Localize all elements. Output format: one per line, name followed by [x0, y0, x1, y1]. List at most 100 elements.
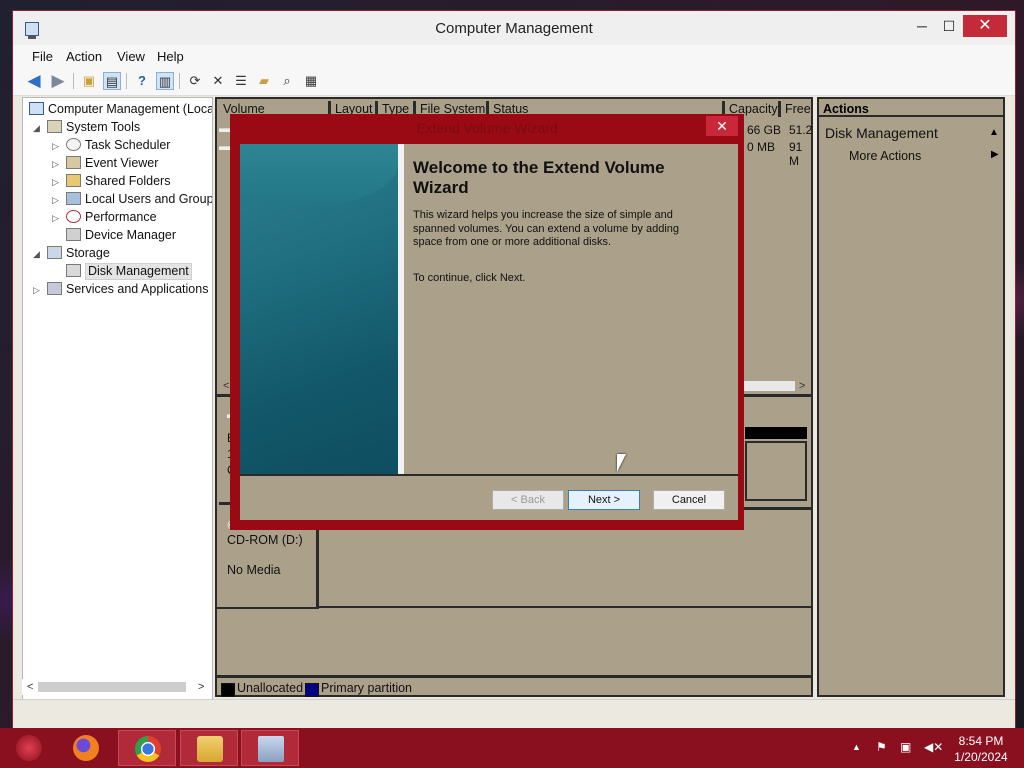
tree-horizontal-scrollbar[interactable]: < > — [22, 679, 211, 695]
scrollbar-thumb[interactable] — [38, 682, 186, 692]
minimize-button[interactable]: ─ — [907, 15, 937, 37]
more-actions-item[interactable]: More Actions — [849, 149, 921, 163]
show-hide-action-pane-icon[interactable]: ▥ — [156, 72, 174, 90]
unallocated-swatch — [221, 683, 235, 697]
wizard-close-button[interactable]: ✕ — [706, 116, 738, 136]
toolbar-separator — [179, 73, 180, 89]
forward-arrow-icon[interactable]: ▶ — [49, 72, 67, 90]
show-hide-tree-icon[interactable]: ▤ — [103, 72, 121, 90]
window-title: Computer Management — [435, 20, 593, 37]
expander-collapsed-icon[interactable]: ▷ — [52, 209, 62, 227]
tree-item-computer-management[interactable]: Computer Management (Local — [25, 100, 212, 118]
actions-section-disk-management[interactable]: Disk Management — [825, 125, 938, 141]
volume-muted-icon[interactable]: ◀✕ — [924, 740, 943, 754]
shared-folder-icon — [66, 174, 81, 187]
performance-icon — [66, 210, 81, 223]
tree-item-services-applications[interactable]: ▷ Services and Applications — [33, 280, 208, 298]
expander-collapsed-icon[interactable]: ▷ — [52, 191, 62, 209]
submenu-arrow-icon[interactable]: ▶ — [991, 149, 999, 160]
wizard-body: Welcome to the Extend Volume Wizard This… — [240, 144, 738, 520]
taskbar-firefox[interactable] — [57, 730, 115, 766]
wizard-continue-text: To continue, click Next. — [413, 272, 526, 284]
refresh-icon[interactable]: ⟳ — [186, 72, 204, 90]
delete-icon[interactable]: ✕ — [209, 72, 227, 90]
back-button[interactable]: < Back — [492, 490, 564, 510]
cancel-button[interactable]: Cancel — [653, 490, 725, 510]
tree-item-local-users-groups[interactable]: ▷ Local Users and Groups — [52, 190, 212, 209]
expander-expanded-icon[interactable]: ◢ — [33, 245, 43, 263]
title-bar[interactable]: Computer Management ─ ☐ ✕ — [13, 11, 1015, 45]
tree-item-performance[interactable]: ▷ Performance — [52, 208, 157, 226]
expander-collapsed-icon[interactable]: ▷ — [52, 173, 62, 191]
tree-item-device-manager[interactable]: Device Manager — [52, 226, 176, 244]
system-clock[interactable]: 8:54 PM 1/20/2024 — [950, 733, 1012, 765]
open-icon[interactable]: ▰ — [255, 72, 273, 90]
scroll-right-icon[interactable]: > — [198, 679, 204, 695]
computer-icon — [29, 102, 44, 115]
disk-management-icon — [66, 264, 81, 277]
tree-item-shared-folders[interactable]: ▷ Shared Folders — [52, 172, 170, 190]
taskbar-file-explorer[interactable] — [180, 730, 238, 766]
scroll-left-icon[interactable]: < — [223, 378, 229, 394]
tree-item-task-scheduler[interactable]: ▷ Task Scheduler — [52, 136, 170, 154]
toolbar: ◀ ▶ ▣ ▤ ? ▥ ⟳ ✕ ☰ ▰ ⌕ ▦ — [13, 67, 1015, 96]
event-viewer-icon — [66, 156, 81, 169]
expander-collapsed-icon[interactable]: ▷ — [33, 281, 43, 299]
wizard-description: This wizard helps you increase the size … — [413, 209, 680, 248]
help-icon[interactable]: ? — [133, 72, 151, 90]
unallocated-bar[interactable] — [745, 427, 807, 439]
properties-icon[interactable]: ☰ — [232, 72, 250, 90]
toolbar-separator — [73, 73, 74, 89]
expander-collapsed-icon[interactable]: ▷ — [52, 137, 62, 155]
navigation-tree: Computer Management (Local ◢ System Tools… — [22, 97, 213, 701]
expander-expanded-icon[interactable]: ◢ — [33, 119, 43, 137]
volume-free: 91 M — [789, 140, 803, 168]
next-button[interactable]: Next > — [568, 490, 640, 510]
taskbar: ▲ ⚑ ▣ ◀✕ 8:54 PM 1/20/2024 — [0, 728, 1024, 768]
up-folder-icon[interactable]: ▣ — [80, 72, 98, 90]
close-button[interactable]: ✕ — [963, 15, 1007, 37]
disk0-partition-block[interactable] — [745, 441, 807, 501]
system-tools-icon — [47, 120, 62, 133]
volume-free: 51.2 — [789, 123, 813, 137]
users-icon — [66, 192, 81, 205]
primary-partition-swatch — [305, 683, 319, 697]
wizard-title[interactable]: Extend Volume Wizard — [230, 120, 744, 136]
network-icon[interactable]: ▣ — [900, 740, 911, 754]
device-manager-icon — [66, 228, 81, 241]
menu-help[interactable]: Help — [157, 49, 184, 64]
volume-capacity: 0 MB — [747, 140, 776, 154]
volume-capacity: 66 GB — [747, 123, 782, 137]
search-icon[interactable]: ⌕ — [278, 72, 296, 90]
divider — [319, 606, 811, 608]
back-arrow-icon[interactable]: ◀ — [25, 72, 43, 90]
chrome-icon — [135, 736, 161, 762]
tree-item-event-viewer[interactable]: ▷ Event Viewer — [52, 154, 158, 172]
scrollbar-thumb[interactable] — [743, 381, 795, 391]
menu-file[interactable]: File — [32, 49, 53, 64]
actions-header: Actions — [819, 99, 1003, 117]
services-icon — [47, 282, 62, 295]
menu-view[interactable]: View — [117, 49, 145, 64]
cdrom-label: CD-ROM (D:) — [227, 533, 303, 547]
scroll-left-icon[interactable]: < — [27, 679, 33, 695]
tree-item-system-tools[interactable]: ◢ System Tools — [33, 118, 140, 136]
taskbar-computer-management[interactable] — [241, 730, 299, 766]
wizard-banner-image — [240, 144, 398, 474]
expander-collapsed-icon[interactable]: ▷ — [52, 155, 62, 173]
maximize-button[interactable]: ☐ — [934, 15, 964, 37]
column-header-free[interactable]: Free — [781, 101, 811, 117]
legend: Unallocated Primary partition — [217, 675, 811, 698]
show-hidden-icons-icon[interactable]: ▲ — [852, 742, 861, 752]
collapse-up-icon[interactable]: ▲ — [989, 127, 999, 138]
tree-item-disk-management[interactable]: Disk Management — [52, 262, 192, 280]
menu-action[interactable]: Action — [66, 49, 102, 64]
tree-item-storage[interactable]: ◢ Storage — [33, 244, 110, 262]
settings-icon[interactable]: ▦ — [302, 72, 320, 90]
taskbar-chrome[interactable] — [118, 730, 176, 766]
scroll-right-icon[interactable]: > — [799, 378, 805, 394]
clock-date: 1/20/2024 — [954, 750, 1008, 764]
action-center-flag-icon[interactable]: ⚑ — [876, 740, 887, 754]
start-button[interactable] — [0, 730, 58, 766]
legend-primary-partition: Primary partition — [321, 681, 412, 695]
